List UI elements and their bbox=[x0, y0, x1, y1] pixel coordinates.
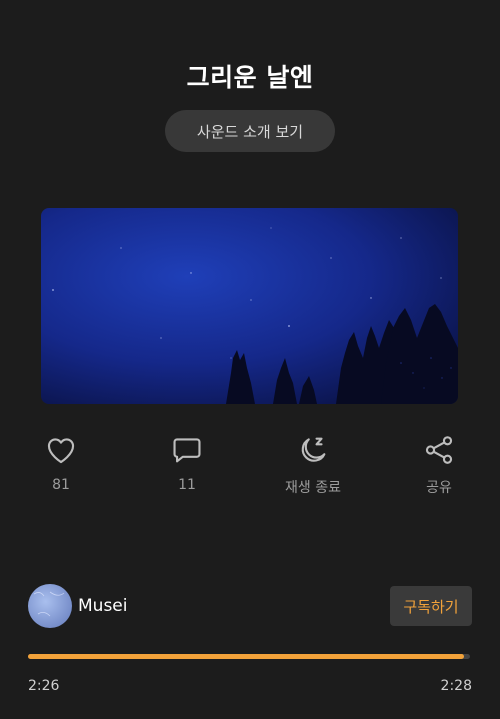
artwork-image bbox=[41, 208, 458, 404]
total-time: 2:28 bbox=[440, 678, 472, 694]
sleep-timer-label: 재생 종료 bbox=[285, 480, 341, 496]
action-bar: 81 11 재생 종료 공유 bbox=[0, 432, 500, 502]
heart-icon bbox=[43, 432, 79, 468]
progress-fill bbox=[28, 654, 464, 659]
share-button[interactable]: 공유 bbox=[389, 432, 489, 502]
channel-avatar[interactable] bbox=[28, 584, 72, 628]
channel-row: Musei 구독하기 bbox=[28, 584, 472, 630]
like-button[interactable]: 81 bbox=[11, 432, 111, 502]
comment-icon bbox=[169, 432, 205, 468]
progress-bar[interactable] bbox=[28, 654, 470, 659]
share-label: 공유 bbox=[426, 480, 452, 496]
sound-intro-button[interactable]: 사운드 소개 보기 bbox=[165, 110, 335, 152]
comment-count: 11 bbox=[178, 477, 196, 493]
track-title: 그리운 날엔 bbox=[186, 63, 314, 92]
share-icon bbox=[421, 432, 457, 468]
current-time: 2:26 bbox=[28, 678, 60, 694]
like-count: 81 bbox=[52, 477, 70, 493]
channel-name[interactable]: Musei bbox=[78, 596, 127, 616]
subscribe-button[interactable]: 구독하기 bbox=[390, 586, 472, 626]
sleep-timer-button[interactable]: 재생 종료 bbox=[263, 432, 363, 502]
comment-button[interactable]: 11 bbox=[137, 432, 237, 502]
moon-icon bbox=[295, 432, 331, 468]
